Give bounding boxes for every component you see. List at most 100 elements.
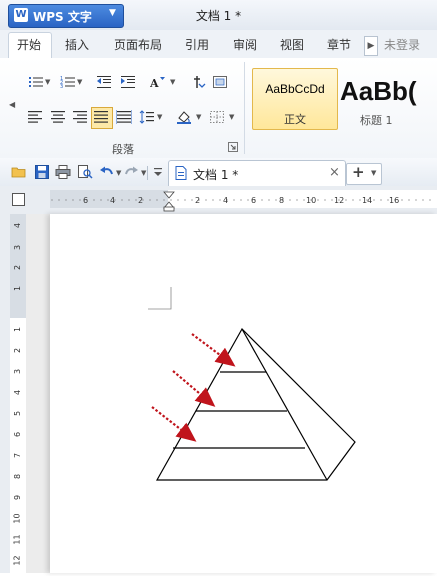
ruler-number: 3 <box>13 244 23 251</box>
more-tabs-button[interactable]: ▶ <box>364 36 378 56</box>
save-icon[interactable] <box>34 165 50 179</box>
document-page[interactable] <box>50 214 437 573</box>
ruler-number: 2 <box>138 196 144 205</box>
scroll-left-icon[interactable]: ◀ <box>9 100 15 109</box>
ribbon-panel: ◀ ▼ 1 2 3 ▼ A ▼ ▼ ▼ ▼ 段落 AaBbCcDd 正文 AaB… <box>0 58 437 159</box>
ruler-number: 2 <box>13 264 23 271</box>
undo-icon[interactable] <box>99 165 115 179</box>
align-right-icon[interactable] <box>72 110 88 124</box>
change-case-icon[interactable]: A <box>150 75 166 89</box>
margin-corner-mark <box>148 287 172 310</box>
document-icon <box>175 166 187 180</box>
ruler-number: 4 <box>13 389 23 396</box>
window-title: 文档 1 * <box>195 9 242 23</box>
login-status[interactable]: 未登录 <box>384 36 420 53</box>
document-tab[interactable]: 文档 1 * × <box>168 160 346 187</box>
svg-text:A: A <box>150 77 159 89</box>
chevron-down-icon[interactable]: ▼ <box>371 169 376 177</box>
dialog-launcher-icon[interactable] <box>228 142 238 152</box>
print-preview-icon[interactable] <box>77 165 93 179</box>
align-center-icon[interactable] <box>50 110 66 124</box>
new-tab-button[interactable]: + ▼ <box>346 163 382 185</box>
shading-icon[interactable] <box>176 110 192 124</box>
ruler-number: 10 <box>12 513 22 524</box>
align-left-icon[interactable] <box>27 110 43 124</box>
decrease-indent-icon[interactable] <box>96 75 112 89</box>
ruler-number: 3 <box>13 368 23 375</box>
indent-marker-icon[interactable] <box>163 191 175 209</box>
close-icon[interactable]: × <box>329 165 340 180</box>
tab-view[interactable]: 视图 <box>280 36 304 53</box>
page-content <box>148 287 356 481</box>
pyramid-shape[interactable] <box>155 328 356 481</box>
chevron-down-icon[interactable]: ▼ <box>116 169 121 177</box>
tab-home[interactable]: 开始 <box>17 36 41 53</box>
annotation-arrow[interactable] <box>151 406 197 442</box>
ribbon-tab-row: 开始 插入 页面布局 引用 审阅 视图 章节 ▶ 未登录 <box>0 30 437 60</box>
open-folder-icon[interactable] <box>11 165 27 179</box>
ruler-number: 7 <box>13 452 23 459</box>
ruler-number: 4 <box>13 222 23 229</box>
style-normal-sample: AaBbCcDd <box>265 82 325 96</box>
ruler-number: 2 <box>13 347 23 354</box>
line-spacing-icon[interactable] <box>139 110 155 124</box>
ruler-number: 6 <box>13 431 23 438</box>
vertical-ruler-bar <box>0 186 10 573</box>
distributed-align-icon[interactable] <box>116 110 132 124</box>
ruler-number: 6 <box>83 196 89 205</box>
ruler-number: 10 <box>306 196 317 205</box>
ruler-number: 16 <box>389 196 400 205</box>
ruler-number: 11 <box>12 534 22 545</box>
chevron-down-icon[interactable]: ▼ <box>170 78 175 86</box>
text-direction-icon[interactable] <box>190 75 206 89</box>
ruler-number: 4 <box>110 196 116 205</box>
tab-insert[interactable]: 插入 <box>65 36 89 53</box>
justify-icon[interactable] <box>93 110 109 124</box>
title-bar: W WPS 文字 ▼ 文档 1 * <box>0 0 437 31</box>
style-normal-name: 正文 <box>284 113 306 126</box>
ruler-number: 1 <box>13 326 23 333</box>
ruler-number: 1 <box>13 285 23 292</box>
ruler-number: 14 <box>362 196 373 205</box>
tab-section[interactable]: 章节 <box>327 36 351 53</box>
annotation-arrow[interactable] <box>172 370 216 407</box>
ruler-number: 8 <box>13 473 23 480</box>
style-normal[interactable]: AaBbCcDd 正文 <box>252 68 338 130</box>
borders-icon[interactable] <box>209 110 225 124</box>
chevron-down-icon[interactable]: ▼ <box>229 113 234 121</box>
chevron-down-icon[interactable]: ▼ <box>77 78 82 86</box>
redo-icon[interactable] <box>123 165 139 179</box>
style-heading1-name[interactable]: 标题 1 <box>360 112 393 128</box>
customize-toolbar-icon[interactable] <box>150 165 166 179</box>
horizontal-ruler-ticks <box>51 191 431 212</box>
ribbon-separator <box>244 62 245 154</box>
print-icon[interactable] <box>55 165 71 179</box>
paragraph-marks-icon[interactable] <box>212 75 228 89</box>
style-heading1-sample[interactable]: AaBb( <box>340 76 417 107</box>
group-label-paragraph: 段落 <box>112 143 134 156</box>
bullet-list-icon[interactable] <box>28 75 44 89</box>
increase-indent-icon[interactable] <box>120 75 136 89</box>
ruler-number: 9 <box>13 494 23 501</box>
chevron-down-icon[interactable]: ▼ <box>196 113 201 121</box>
svg-text:3: 3 <box>60 84 63 89</box>
chevron-down-icon[interactable]: ▼ <box>157 113 162 121</box>
left-indent-marker[interactable] <box>163 206 175 212</box>
numbered-list-icon[interactable]: 1 2 3 <box>60 75 76 89</box>
ruler-number: 12 <box>12 555 22 566</box>
document-tab-label: 文档 1 * <box>193 168 239 182</box>
ruler-number: 12 <box>334 196 345 205</box>
tab-stop-selector[interactable] <box>12 193 25 206</box>
chevron-down-icon[interactable]: ▼ <box>141 169 146 177</box>
plus-icon: + <box>352 163 365 181</box>
ruler-number: 2 <box>195 196 201 205</box>
toolbar-separator <box>147 166 148 180</box>
ruler-number: 4 <box>223 196 229 205</box>
chevron-down-icon[interactable]: ▼ <box>45 78 50 86</box>
tab-references[interactable]: 引用 <box>185 36 209 53</box>
ruler-number: 6 <box>251 196 257 205</box>
tab-review[interactable]: 审阅 <box>233 36 257 53</box>
annotation-arrow[interactable] <box>191 333 236 367</box>
ruler-number: 5 <box>13 410 23 417</box>
tab-page-layout[interactable]: 页面布局 <box>114 36 162 53</box>
